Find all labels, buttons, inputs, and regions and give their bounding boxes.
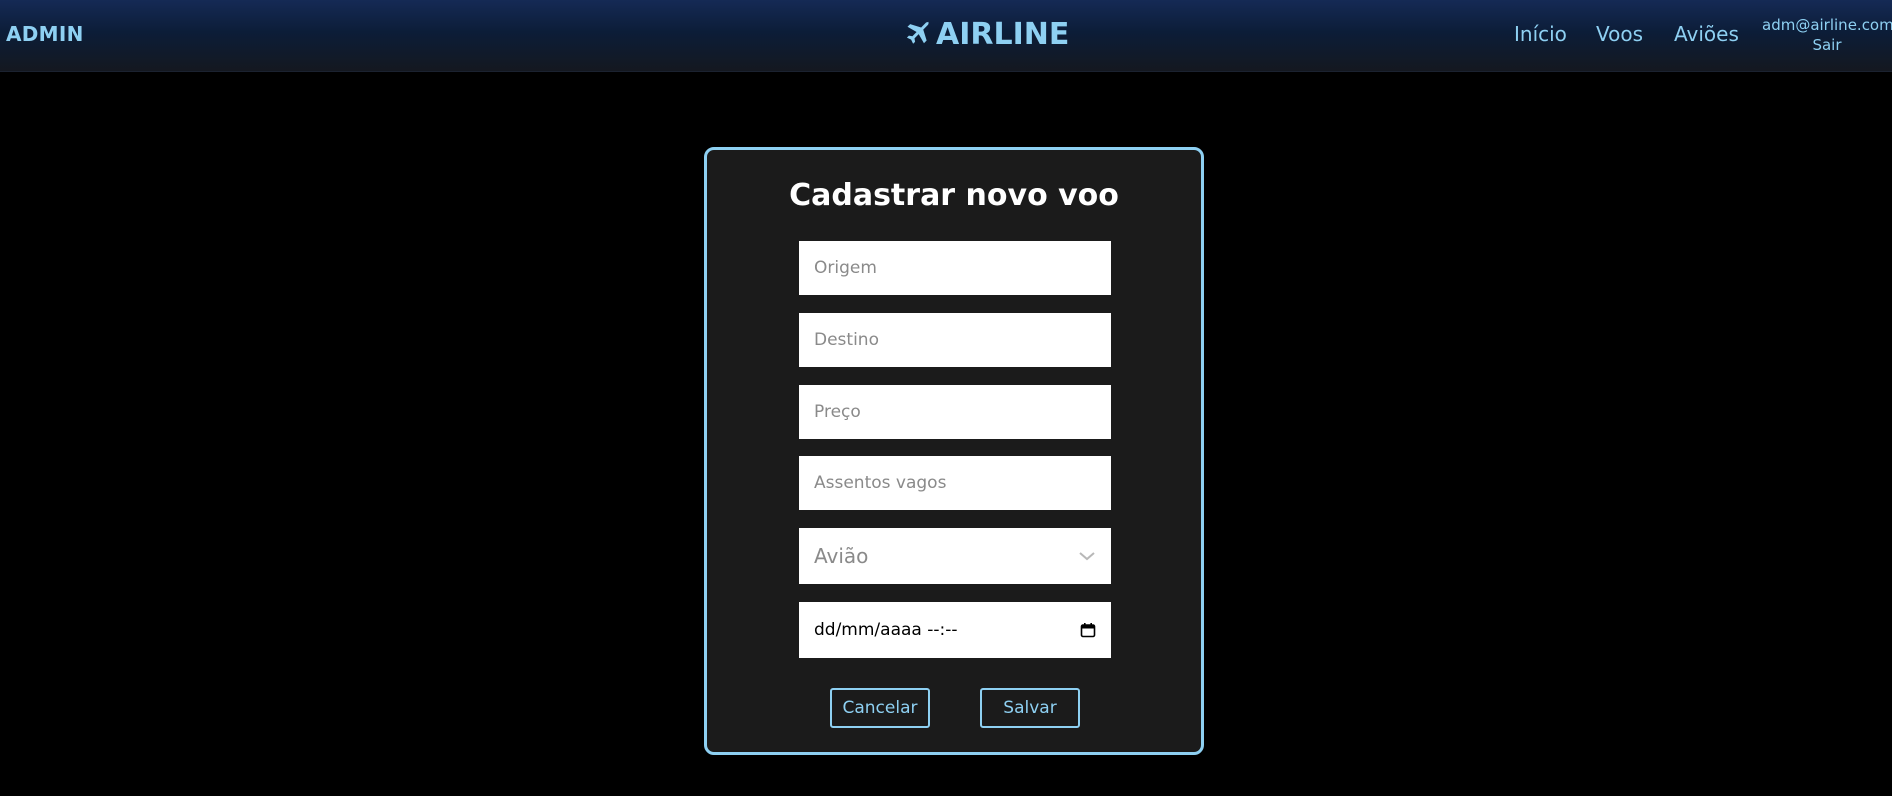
calendar-icon[interactable] xyxy=(1080,622,1096,638)
save-button[interactable]: Salvar xyxy=(980,688,1080,728)
nav-link-inicio[interactable]: Início xyxy=(1514,22,1567,46)
top-navbar: ADMIN AIRLINE Início Voos Aviões adm@air… xyxy=(0,0,1892,72)
assentos-vagos-input[interactable] xyxy=(799,456,1111,510)
airplane-icon xyxy=(906,21,930,44)
nav-link-avioes[interactable]: Aviões xyxy=(1674,22,1739,46)
origem-input[interactable] xyxy=(799,241,1111,295)
aviao-select-value: Avião xyxy=(814,544,869,568)
destino-input[interactable] xyxy=(799,313,1111,367)
logo-text: AIRLINE xyxy=(936,16,1070,52)
cancel-button[interactable]: Cancelar xyxy=(830,688,930,728)
aviao-select[interactable]: Avião xyxy=(799,528,1111,584)
form-title: Cadastrar novo voo xyxy=(789,178,1119,213)
new-flight-form-card: Cadastrar novo voo Avião dd/mm/aaaa --:-… xyxy=(704,147,1204,755)
datetime-input[interactable]: dd/mm/aaaa --:-- xyxy=(799,602,1111,658)
user-email: adm@airline.com xyxy=(1762,16,1892,34)
user-menu: adm@airline.com Sair xyxy=(1762,15,1892,55)
airline-logo[interactable]: AIRLINE xyxy=(904,14,1069,54)
preco-input[interactable] xyxy=(799,385,1111,439)
nav-link-voos[interactable]: Voos xyxy=(1596,22,1643,46)
logout-link[interactable]: Sair xyxy=(1762,35,1892,55)
datetime-value: dd/mm/aaaa --:-- xyxy=(814,620,958,640)
admin-brand[interactable]: ADMIN xyxy=(6,22,84,46)
chevron-down-icon xyxy=(1079,552,1095,561)
